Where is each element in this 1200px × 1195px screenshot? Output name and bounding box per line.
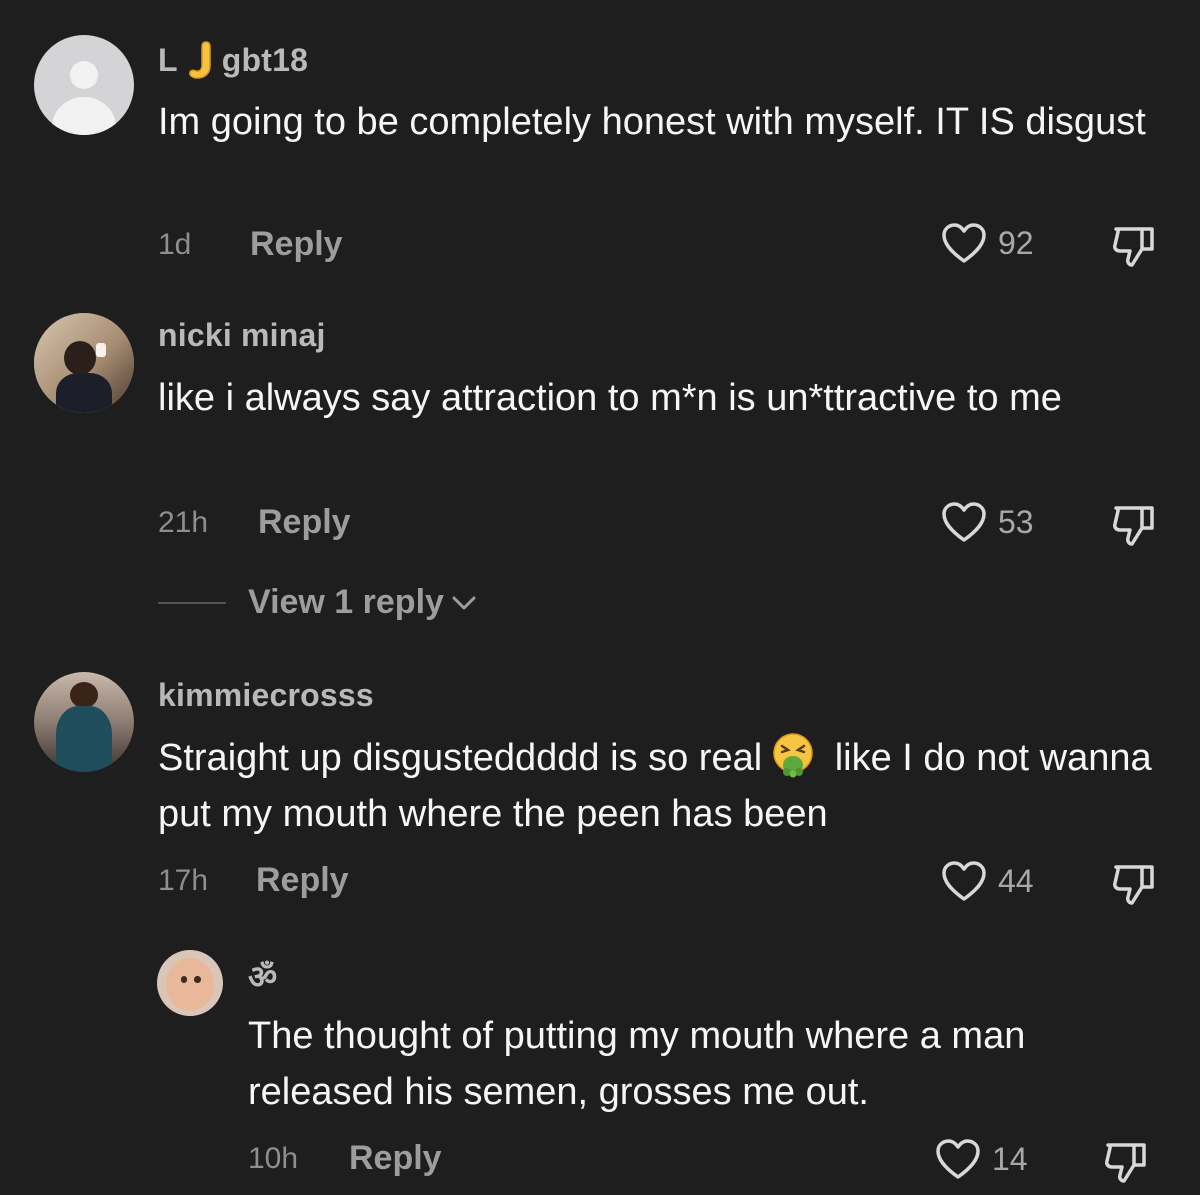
comment-time: 10h xyxy=(248,1142,299,1175)
reply-button[interactable]: Reply xyxy=(349,1139,442,1178)
comment-username[interactable]: ॐ xyxy=(248,955,277,998)
comment-text: The thought of putting my mouth where a … xyxy=(248,1015,1026,1113)
thumbs-down-icon[interactable] xyxy=(1100,1135,1152,1187)
reply-comment-item: ॐ The thought of putting my mouth where … xyxy=(0,0,1200,1195)
heart-outline-icon xyxy=(936,1139,980,1179)
like-count: 14 xyxy=(992,1140,1028,1177)
like-button[interactable]: 14 xyxy=(934,1137,1028,1181)
avatar[interactable] xyxy=(157,950,223,1016)
